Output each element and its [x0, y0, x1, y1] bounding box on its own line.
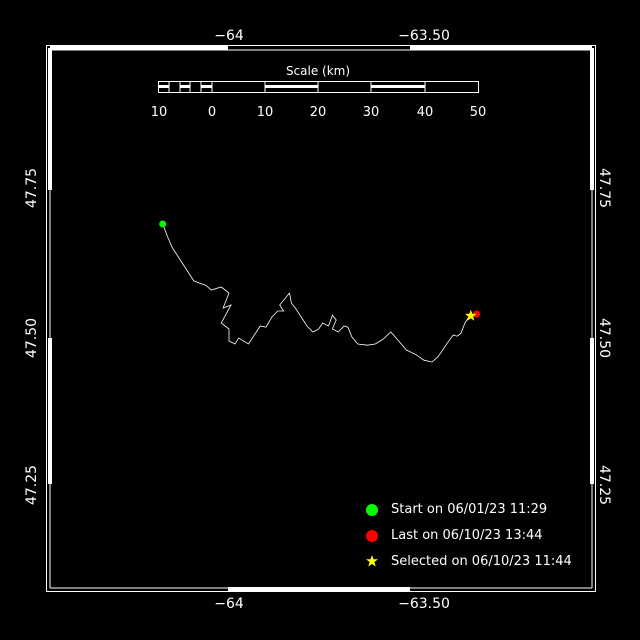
left-lat-label-1: 47.75	[24, 167, 41, 209]
left-lat-label-3: 47.25	[24, 464, 41, 506]
legend-last-label: Last on 06/10/23 13:44	[391, 528, 543, 543]
scale-tick: 20	[309, 105, 327, 120]
scale-tick: 10	[150, 105, 168, 120]
right-lat-label-3: 47.25	[596, 464, 613, 506]
scale-tick: 10	[256, 105, 274, 120]
scale-tick: 0	[207, 105, 217, 120]
scale-tick: 50	[469, 105, 487, 120]
green-dot-icon	[366, 504, 378, 516]
scale-tick: 40	[416, 105, 434, 120]
start-marker	[159, 220, 167, 228]
legend-selected-label: Selected on 06/10/23 11:44	[391, 554, 572, 569]
top-lon-label-2: −63.50	[398, 28, 450, 44]
right-lat-label-1: 47.75	[596, 167, 613, 209]
track-line	[162, 223, 472, 363]
scale-title: Scale (km)	[285, 64, 351, 78]
red-dot-icon	[366, 530, 378, 542]
bottom-lon-label-1: −64	[214, 596, 244, 612]
legend-start-label: Start on 06/01/23 11:29	[391, 502, 548, 517]
scale-bar-fill	[159, 85, 425, 88]
yellow-star-icon	[366, 555, 378, 567]
left-lat-label-2: 47.50	[24, 317, 41, 359]
right-lat-label-2: 47.50	[596, 317, 613, 359]
top-lon-label-1: −64	[214, 28, 244, 44]
track-map	[46, 45, 596, 592]
scale-tick: 30	[362, 105, 380, 120]
bottom-lon-label-2: −63.50	[398, 596, 450, 612]
